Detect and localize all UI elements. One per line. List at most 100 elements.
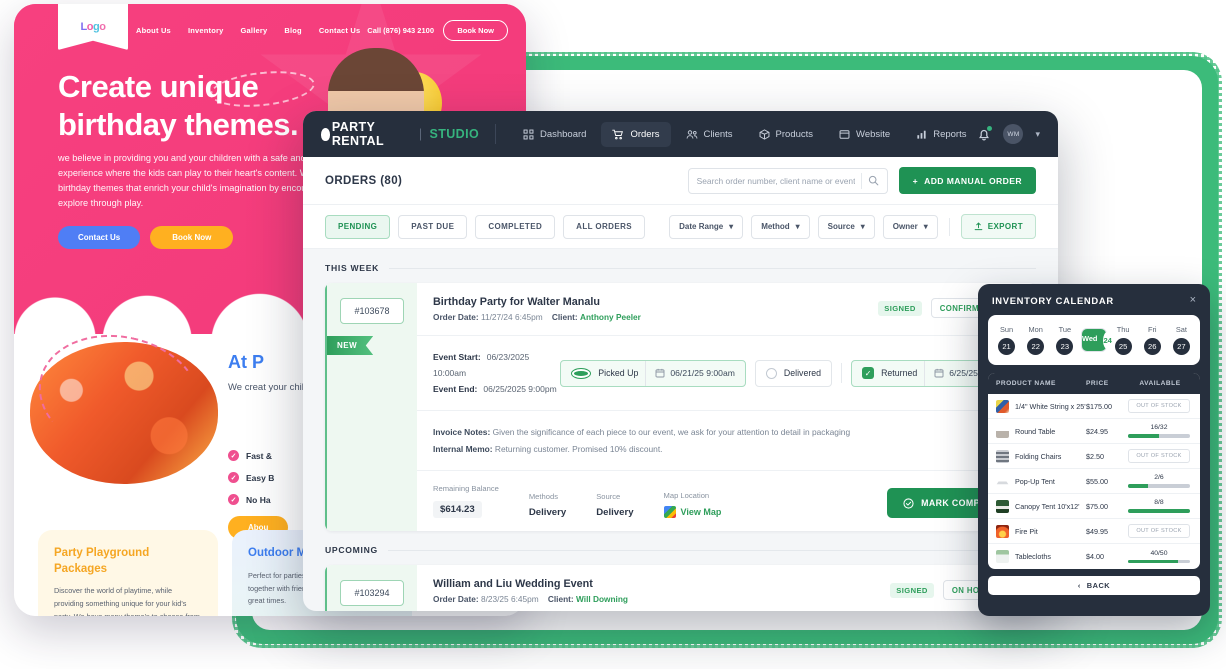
close-icon[interactable]: × xyxy=(1190,295,1196,306)
order-header-left: Birthday Party for Walter Manalu Order D… xyxy=(433,296,641,322)
nav-item-website[interactable]: Website xyxy=(828,122,901,147)
website-nav-item-contact[interactable]: Contact Us xyxy=(319,26,361,35)
day-name: Mon xyxy=(1028,325,1043,334)
client-link[interactable]: Will Downing xyxy=(576,594,628,604)
users-icon xyxy=(686,129,697,139)
website-nav-item-inventory[interactable]: Inventory xyxy=(188,26,224,35)
search-icon[interactable] xyxy=(868,175,879,186)
orders-header: ORDERS (80) + ADD MANUAL ORDER xyxy=(303,157,1058,205)
stock-bar xyxy=(1128,434,1190,438)
promo-card-playground[interactable]: Party Playground Packages Discover the w… xyxy=(38,530,218,616)
order-number[interactable]: #103678 xyxy=(340,298,404,324)
dropdown-owner[interactable]: Owner ▾ xyxy=(882,214,938,239)
app-topbar: PARTY RENTAL | STUDIO Dashboard Orders C… xyxy=(303,111,1058,157)
table-row[interactable]: 1/4" White String x 25' $175.00 OUT OF S… xyxy=(988,394,1200,419)
balance-value: $614.23 xyxy=(433,501,482,519)
dropdown-source[interactable]: Source ▾ xyxy=(817,214,875,239)
table-row[interactable]: Fire Pit $49.95 OUT OF STOCK xyxy=(988,519,1200,544)
stock-bar xyxy=(1128,484,1190,488)
day-fri[interactable]: Fri 26 xyxy=(1139,322,1165,358)
table-row[interactable]: Round Table $24.95 16/32 xyxy=(988,419,1200,444)
filter-tab-past-due[interactable]: PAST DUE xyxy=(398,214,468,239)
event-end-value: 06/25/2025 9:00pm xyxy=(483,384,557,395)
group-heading-upcoming: UPCOMING xyxy=(325,531,1036,565)
group-heading-label: UPCOMING xyxy=(325,545,378,556)
add-manual-order-button[interactable]: + ADD MANUAL ORDER xyxy=(898,167,1036,194)
order-card-103678[interactable]: #103678 NEW Birthday Party for Walter Ma… xyxy=(325,283,1036,532)
nav-item-label: Clients xyxy=(703,128,733,140)
notifications-button[interactable] xyxy=(977,125,993,142)
day-wed-selected[interactable]: Wed 24 xyxy=(1080,328,1112,352)
export-button[interactable]: EXPORT xyxy=(960,214,1036,239)
dropdown-date-range[interactable]: Date Range ▾ xyxy=(669,214,744,239)
step-date[interactable]: 06/21/25 9:00am xyxy=(645,360,735,386)
logo-text: Logo xyxy=(80,21,106,33)
orders-list[interactable]: THIS WEEK #103678 NEW Birthday Party for… xyxy=(303,249,1058,611)
balance-column: Remaining Balance $614.23 xyxy=(433,484,499,519)
order-card-103294[interactable]: #103294 William and Liu Wedding Event Or… xyxy=(325,565,1036,611)
day-tue[interactable]: Tue 23 xyxy=(1052,322,1078,358)
search-box[interactable] xyxy=(687,167,888,194)
product-thumbnail xyxy=(996,524,1009,538)
website-nav-item-gallery[interactable]: Gallery xyxy=(241,26,268,35)
nav-item-label: Reports xyxy=(933,128,967,140)
nav-item-reports[interactable]: Reports xyxy=(905,122,977,147)
chevron-down-icon[interactable]: ▾ xyxy=(1035,129,1040,140)
table-row[interactable]: Folding Chairs $2.50 OUT OF STOCK xyxy=(988,444,1200,469)
nav-item-orders[interactable]: Orders xyxy=(601,121,671,147)
website-book-now-button[interactable]: Book Now xyxy=(443,20,508,41)
radio-icon xyxy=(571,367,592,379)
search-input[interactable] xyxy=(696,175,855,186)
nav-item-dashboard[interactable]: Dashboard xyxy=(512,122,597,147)
step-label: Returned xyxy=(881,368,918,379)
filter-tab-completed[interactable]: COMPLETED xyxy=(475,214,556,239)
internal-memo-value: Returning customer. Promised 10% discoun… xyxy=(494,443,663,454)
table-row[interactable]: Pop-Up Tent $55.00 2/6 xyxy=(988,469,1200,494)
chevron-down-icon: ▾ xyxy=(860,222,865,231)
event-start: Event Start: 06/23/2025 10:00am xyxy=(433,349,560,381)
app-nav: Dashboard Orders Clients Products Websit… xyxy=(512,121,978,147)
table-row[interactable]: Tablecloths $4.00 40/50 xyxy=(988,544,1200,569)
inventory-panel-header: INVENTORY CALENDAR × xyxy=(988,294,1200,315)
group-heading-this-week: THIS WEEK xyxy=(325,249,1036,283)
filter-tab-all-orders[interactable]: ALL ORDERS xyxy=(563,214,645,239)
signed-badge: SIGNED xyxy=(890,582,934,598)
page-title: ORDERS (80) xyxy=(325,174,403,187)
website-nav[interactable]: About Us Inventory Gallery Blog Contact … xyxy=(136,26,360,35)
order-number[interactable]: #103294 xyxy=(340,580,404,607)
app-logo[interactable]: PARTY RENTAL | STUDIO xyxy=(321,120,479,148)
stock-bar xyxy=(1128,559,1190,564)
day-thu[interactable]: Thu 25 xyxy=(1110,322,1136,358)
export-label: EXPORT xyxy=(987,222,1023,231)
divider xyxy=(948,217,950,236)
radio-icon xyxy=(765,367,777,379)
client-link[interactable]: Anthony Peeler xyxy=(580,312,641,322)
website-nav-item-blog[interactable]: Blog xyxy=(284,26,301,35)
website-logo[interactable]: Logo xyxy=(58,4,128,50)
order-body: William and Liu Wedding Event Order Date… xyxy=(417,565,1036,611)
nav-item-clients[interactable]: Clients xyxy=(675,122,744,147)
hero-book-now-button[interactable]: Book Now xyxy=(150,226,234,249)
website-phone[interactable]: Call (876) 943 2100 xyxy=(367,26,434,35)
day-sun[interactable]: Sun 21 xyxy=(994,322,1020,358)
avatar[interactable]: WM xyxy=(1003,124,1024,144)
app-window: PARTY RENTAL | STUDIO Dashboard Orders C… xyxy=(303,111,1058,611)
view-map-link[interactable]: View Map xyxy=(663,506,721,519)
filter-tab-pending[interactable]: PENDING xyxy=(325,214,391,239)
order-events-row: Event Start: 06/23/2025 10:00am Event End… xyxy=(417,336,1036,412)
day-name: Sun xyxy=(999,325,1014,334)
step-picked-up[interactable]: Picked Up 06/21/25 9:00am xyxy=(560,359,746,387)
balance-label: Remaining Balance xyxy=(433,484,499,494)
day-mon[interactable]: Mon 22 xyxy=(1023,322,1049,358)
website-nav-item-about[interactable]: About Us xyxy=(136,26,171,35)
contact-us-button[interactable]: Contact Us xyxy=(58,226,141,249)
step-delivered[interactable]: Delivered xyxy=(754,359,833,387)
table-row[interactable]: Canopy Tent 10'x12' $75.00 8/8 xyxy=(988,494,1200,519)
dropdown-label: Method xyxy=(761,222,790,231)
day-sat[interactable]: Sat 27 xyxy=(1168,322,1194,358)
back-button[interactable]: ‹ BACK xyxy=(988,576,1200,595)
nav-item-products[interactable]: Products xyxy=(748,122,825,147)
out-of-stock-badge: OUT OF STOCK xyxy=(1128,449,1190,463)
dropdown-method[interactable]: Method ▾ xyxy=(751,214,810,239)
filter-bar: PENDING PAST DUE COMPLETED ALL ORDERS Da… xyxy=(303,205,1058,249)
